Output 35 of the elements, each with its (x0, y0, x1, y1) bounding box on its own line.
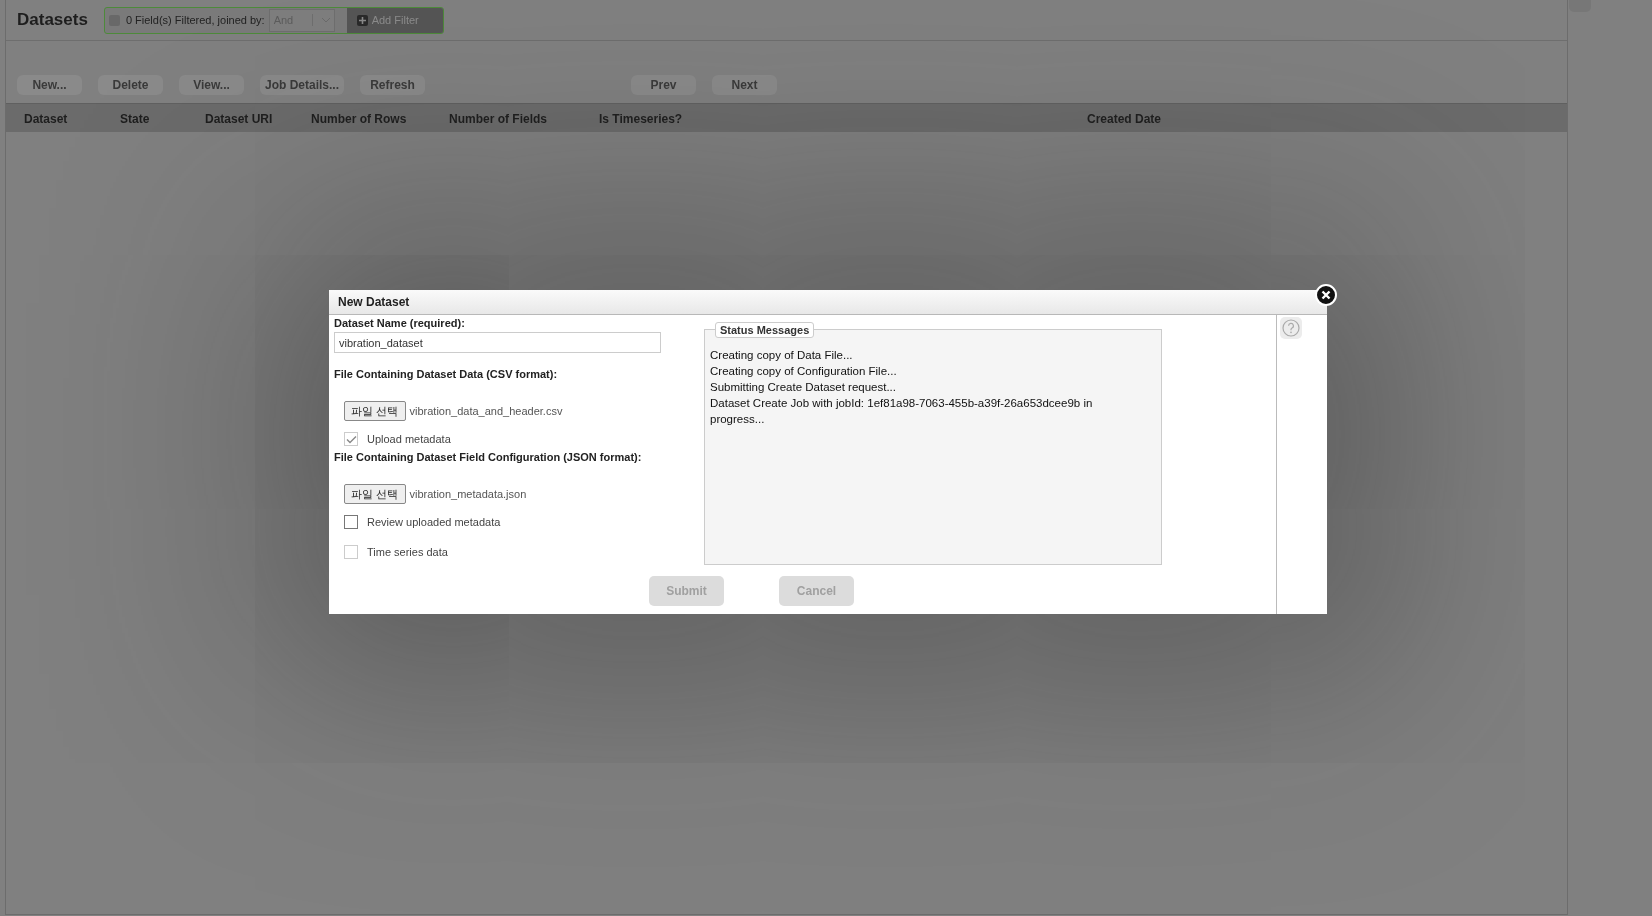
checkbox[interactable] (344, 515, 358, 529)
checkbox-label: Time series data (367, 546, 448, 558)
checkbox-label: Review uploaded metadata (367, 516, 501, 528)
column-header[interactable]: Number of Fields (449, 112, 547, 126)
status-message: Creating copy of Configuration File... (710, 364, 898, 379)
file-name: vibration_data_and_header.csv (409, 405, 563, 417)
column-header[interactable]: Is Timeseries? (599, 112, 683, 126)
plus-icon (356, 14, 368, 26)
choose-file-button[interactable]: 파일 선택 (344, 401, 406, 421)
name-input[interactable]: vibration_dataset (334, 332, 661, 353)
column-header[interactable]: Dataset (24, 112, 68, 126)
field-label: File Containing Dataset Data (CSV format): (334, 368, 559, 380)
column-header[interactable]: Dataset URI (205, 112, 273, 126)
status-message: Submitting Create Dataset request... (710, 380, 897, 395)
pager-button[interactable]: Prev (631, 75, 696, 95)
status-legend: Status Messages (715, 322, 815, 338)
toolbar-button[interactable]: Job Details... (260, 75, 345, 95)
pager-button[interactable]: Next (712, 75, 777, 95)
toolbar-button[interactable]: View... (179, 75, 244, 95)
field-label: File Containing Dataset Field Configuration (JSON format): (334, 451, 643, 463)
toolbar-button[interactable]: New... (17, 75, 82, 95)
field-label: Dataset Name (required): (334, 317, 466, 329)
choose-file-button[interactable]: 파일 선택 (344, 484, 406, 504)
toolbar-button[interactable]: Refresh (360, 75, 426, 95)
status-message: Dataset Create Job with jobId: 1ef81a98-7063-455b-a39f-26a653dcee9b in progress... (710, 396, 1094, 427)
toolbar-button[interactable]: Delete (98, 75, 163, 95)
checkbox-label: Upload metadata (367, 433, 451, 445)
column-header[interactable]: Number of Rows (311, 112, 407, 126)
filter-summary: 0 Field(s) Filtered, joined by: (125, 14, 265, 26)
status-message: Creating copy of Data File... (710, 348, 854, 363)
column-header[interactable]: Created Date (1087, 112, 1162, 126)
page-title: Datasets (17, 10, 88, 30)
file-name: vibration_metadata.json (409, 488, 527, 500)
dialog-title: New Dataset (338, 295, 410, 309)
column-header[interactable]: State (120, 112, 150, 126)
